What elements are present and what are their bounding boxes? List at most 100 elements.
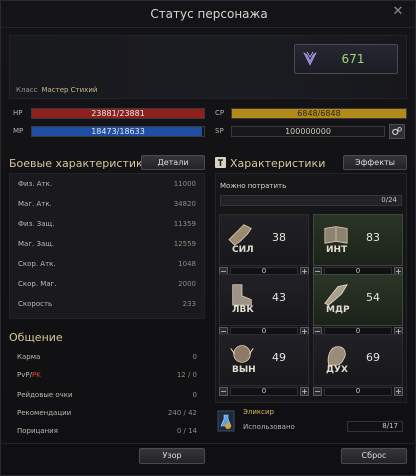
stat-abbr: ИНТ	[326, 245, 348, 255]
decrease-button[interactable]: −	[313, 387, 322, 396]
stat-abbr: ДУХ	[326, 365, 348, 375]
stat-points-input[interactable]: 0	[230, 387, 298, 396]
combat-stat-label: Скор. Маг.	[18, 280, 57, 288]
sp-bar-text: 100000000	[285, 127, 331, 136]
header-divider	[1, 27, 416, 28]
combat-stat-row: Физ. Защ. 11359	[18, 220, 196, 228]
hp-bar: 23881/23881	[31, 108, 205, 119]
effects-button[interactable]: Эффекты	[343, 155, 407, 170]
combat-stat-row: Маг. Защ. 12559	[18, 240, 196, 248]
constitution-icon	[230, 345, 254, 363]
decrease-button[interactable]: −	[219, 387, 228, 396]
stat-value: 83	[366, 231, 380, 244]
character-status-window: Статус персонажа ✕ 671 Класс Мастер Стихи…	[0, 0, 416, 476]
combat-stats-title: Боевые характеристики	[9, 157, 150, 170]
mp-bar-text: 18473/18633	[91, 127, 145, 136]
cp-bar-text: 6848/6848	[297, 109, 341, 118]
stat-cell-strength: СИЛ 38	[219, 214, 309, 266]
combat-stat-value: 233	[182, 300, 196, 308]
increase-button[interactable]: +	[394, 387, 403, 396]
dexterity-icon	[232, 284, 252, 306]
strength-icon	[228, 224, 252, 246]
combat-stat-row: Маг. Атк. 34820	[18, 200, 196, 208]
stat-abbr: ВЫН	[232, 365, 256, 375]
class-line: Класс Мастер Стихий	[16, 86, 97, 94]
spirit-icon	[327, 346, 346, 366]
can-spend-label: Можно потратить	[220, 182, 287, 190]
social-row: Карма 0	[17, 353, 197, 361]
sp-bar: 100000000	[231, 126, 385, 137]
social-label: Рекомендации	[17, 409, 72, 417]
stat-cell-intelligence: ИНТ 83	[313, 214, 403, 266]
social-panel: Карма 0 PvP/PK 12 / 0 Рейдовые очки 0 Рекоменд…	[9, 347, 205, 441]
intelligence-icon	[324, 226, 348, 244]
close-icon[interactable]: ✕	[391, 5, 405, 19]
social-label: Рейдовые очки	[17, 391, 73, 399]
class-label: Класс	[16, 86, 38, 94]
stat-value: 49	[272, 351, 286, 364]
stat-points-input[interactable]: 0	[324, 387, 392, 396]
stat-cell-spirit: ДУХ 69	[313, 334, 403, 386]
social-label: Карма	[17, 353, 41, 361]
elixir-icon	[217, 410, 235, 432]
characteristics-title: Характеристики	[230, 157, 326, 170]
details-button[interactable]: Детали	[141, 155, 205, 170]
stat-cell-dexterity: ЛВК 43	[219, 274, 309, 326]
combat-stat-row: Скор. Атк. 1048	[18, 260, 196, 268]
combat-stat-row: Скор. Маг. 2000	[18, 280, 196, 288]
stat-stepper[interactable]: −0 +	[313, 387, 403, 397]
characteristics-panel: Можно потратить 0/24 СИЛ 38−0 + ИНТ 83−0 + ЛВК…	[215, 173, 407, 403]
mp-label: MP	[13, 127, 24, 135]
elixir-section: Эликсир Использовано 8/17	[215, 406, 407, 440]
social-value: 240 / 42	[167, 409, 197, 417]
sp-settings-icon[interactable]	[389, 124, 405, 139]
stat-value: 43	[272, 291, 286, 304]
combat-power-box: 671	[294, 44, 398, 74]
social-row: Рекомендации 240 / 42	[17, 409, 197, 417]
combat-stat-value: 1048	[178, 260, 196, 268]
combat-stat-value: 34820	[173, 200, 196, 208]
pattern-button[interactable]: Узор	[139, 448, 205, 464]
combat-stat-value: 12559	[173, 240, 196, 248]
combat-stat-value: 11359	[173, 220, 196, 228]
wisdom-icon	[324, 284, 348, 306]
social-row: Порицания 0 / 14	[17, 427, 197, 435]
combat-stat-row: Физ. Атк. 11000	[18, 180, 196, 188]
social-title: Общение	[9, 331, 63, 344]
hp-label: HP	[13, 109, 23, 117]
combat-stats-panel: Физ. Атк. 11000 Маг. Атк. 34820 Физ. Защ. 113…	[9, 173, 205, 319]
reset-button[interactable]: Сброс	[341, 448, 407, 464]
stat-cell-wisdom: МДР 54	[313, 274, 403, 326]
cp-bar: 6848/6848	[231, 108, 407, 119]
social-value: 0	[192, 391, 197, 399]
characteristics-icon	[215, 157, 226, 168]
social-row: Рейдовые очки 0	[17, 391, 197, 399]
stat-abbr: МДР	[326, 305, 350, 315]
social-label: PvP/	[17, 371, 32, 379]
can-spend-bar: 0/24	[220, 195, 402, 206]
combat-stat-label: Скорость	[18, 300, 53, 308]
footer-divider	[1, 443, 416, 444]
social-label: Порицания	[17, 427, 58, 435]
combat-stat-label: Маг. Атк.	[18, 200, 52, 208]
combat-stat-label: Физ. Защ.	[18, 220, 55, 228]
class-value: Мастер Стихий	[41, 86, 98, 94]
cp-label: CP	[215, 109, 225, 117]
social-value: 0	[192, 353, 197, 361]
mp-bar: 18473/18633	[31, 126, 205, 137]
combat-stat-value: 11000	[173, 180, 196, 188]
stat-cell-constitution: ВЫН 49	[219, 334, 309, 386]
social-value: 0 / 14	[176, 427, 197, 435]
combat-stat-row: Скорость 233	[18, 300, 196, 308]
combat-stat-value: 2000	[178, 280, 196, 288]
sp-label: SP	[215, 127, 224, 135]
stat-value: 38	[272, 231, 286, 244]
combat-power-value: 671	[341, 52, 365, 66]
elixir-name: Эликсир	[243, 408, 274, 416]
stat-abbr: ЛВК	[232, 305, 254, 315]
social-label-pk: PK	[31, 371, 41, 379]
stat-stepper[interactable]: −0 +	[219, 387, 309, 397]
hp-bar-text: 23881/23881	[91, 109, 145, 118]
combat-stat-label: Физ. Атк.	[18, 180, 53, 188]
increase-button[interactable]: +	[300, 387, 309, 396]
